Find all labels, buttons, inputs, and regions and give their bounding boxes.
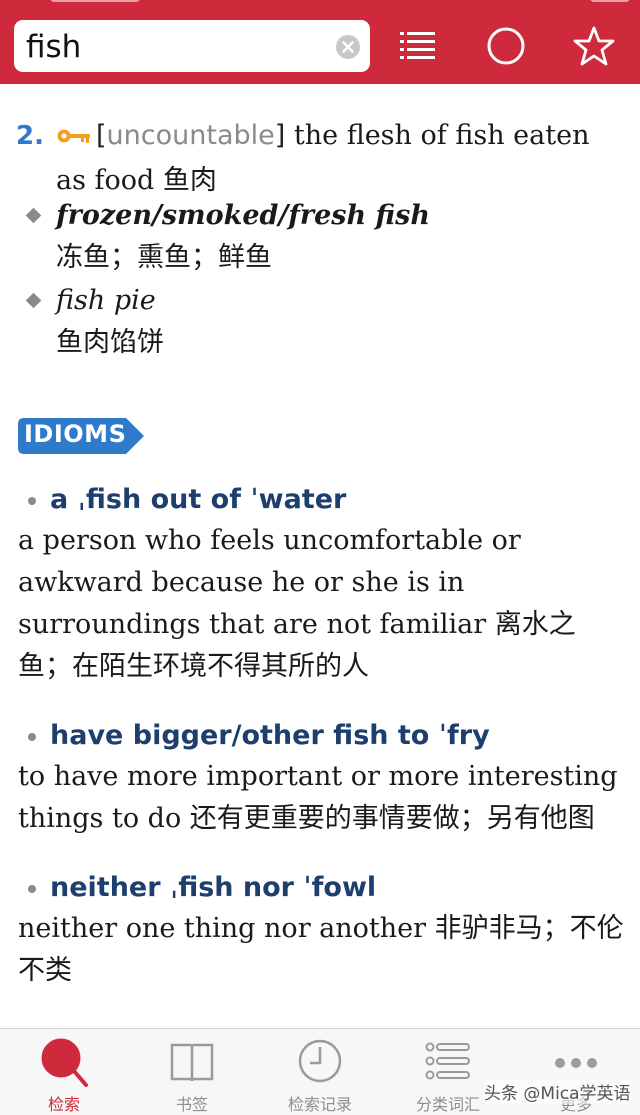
diamond-bullet-icon: [25, 207, 42, 224]
idiom-headword-text: neither ˌfish nor ˈfowl: [50, 872, 377, 903]
example-en: fish pie: [56, 285, 156, 316]
watermark: 头条 @Mica学英语: [484, 1079, 631, 1104]
idiom-headword[interactable]: a ˌfish out of ˈwater: [18, 480, 628, 520]
idiom-headword-text: have bigger/other fish to ˈfry: [50, 720, 490, 751]
tab-label: 检索: [47, 1095, 80, 1114]
clear-icon[interactable]: [336, 35, 360, 59]
example-zh: 鱼肉馅饼: [56, 327, 164, 358]
idiom-entry: have bigger/other fish to ˈfry to have m…: [18, 716, 628, 840]
search-icon: [41, 1038, 88, 1087]
status-bar-fragment: [50, 0, 140, 2]
idiom-headword[interactable]: have bigger/other fish to ˈfry: [18, 716, 628, 756]
tab-bookmarks[interactable]: 书签: [128, 1029, 256, 1115]
grammar-bracket-open: [: [96, 120, 107, 151]
search-box[interactable]: [14, 20, 370, 72]
idiom-headword[interactable]: neither ˌfish nor ˈfowl: [18, 868, 628, 908]
tab-search[interactable]: 检索: [0, 1029, 128, 1115]
bullet-icon: [28, 497, 36, 505]
search-input[interactable]: [26, 29, 326, 65]
grammar-bracket-close: ]: [274, 120, 286, 151]
idioms-badge: IDIOMS: [18, 418, 144, 454]
idioms-label: IDIOMS: [24, 420, 127, 448]
list-icon[interactable]: [394, 22, 442, 70]
idiom-headword-text: a ˌfish out of ˈwater: [50, 484, 347, 515]
example-item: frozen/smoked/fresh fish 冻鱼；熏鱼；鲜鱼: [25, 196, 636, 280]
tab-history[interactable]: 检索记录: [256, 1029, 384, 1115]
example-zh: 冻鱼；熏鱼；鲜鱼: [56, 242, 272, 273]
sense-number: 2.: [16, 121, 44, 151]
circle-icon[interactable]: [482, 22, 530, 70]
list-icon: [425, 1042, 470, 1080]
app-header: [0, 0, 640, 84]
definition-zh: 鱼肉: [162, 164, 217, 196]
example-en: frozen/smoked/fresh fish: [56, 200, 430, 231]
key-icon: [56, 115, 92, 159]
tab-label: 书签: [175, 1095, 208, 1114]
diamond-bullet-icon: [25, 292, 42, 309]
clock-icon: [298, 1039, 342, 1083]
sense-definition: [uncountable] the flesh of fish eaten as…: [56, 114, 626, 203]
grammar-label: uncountable: [106, 120, 275, 151]
star-icon[interactable]: [570, 22, 618, 70]
idiom-definition: to have more important or more interesti…: [18, 761, 618, 834]
bullet-icon: [28, 885, 36, 893]
bullet-icon: [28, 733, 36, 741]
idiom-definition: neither one thing nor another 非驴非马；不伦不类: [18, 913, 624, 986]
status-bar-fragment: [590, 0, 630, 2]
idiom-entry: a ˌfish out of ˈwater a person who feels…: [18, 480, 628, 688]
tab-label: 检索记录: [287, 1095, 352, 1114]
example-item: fish pie 鱼肉馅饼: [25, 281, 636, 365]
idiom-definition: a person who feels uncomfortable or awkw…: [18, 525, 576, 682]
book-icon: [170, 1043, 214, 1082]
idiom-entry: neither ˌfish nor ˈfowl neither one thin…: [18, 868, 628, 992]
